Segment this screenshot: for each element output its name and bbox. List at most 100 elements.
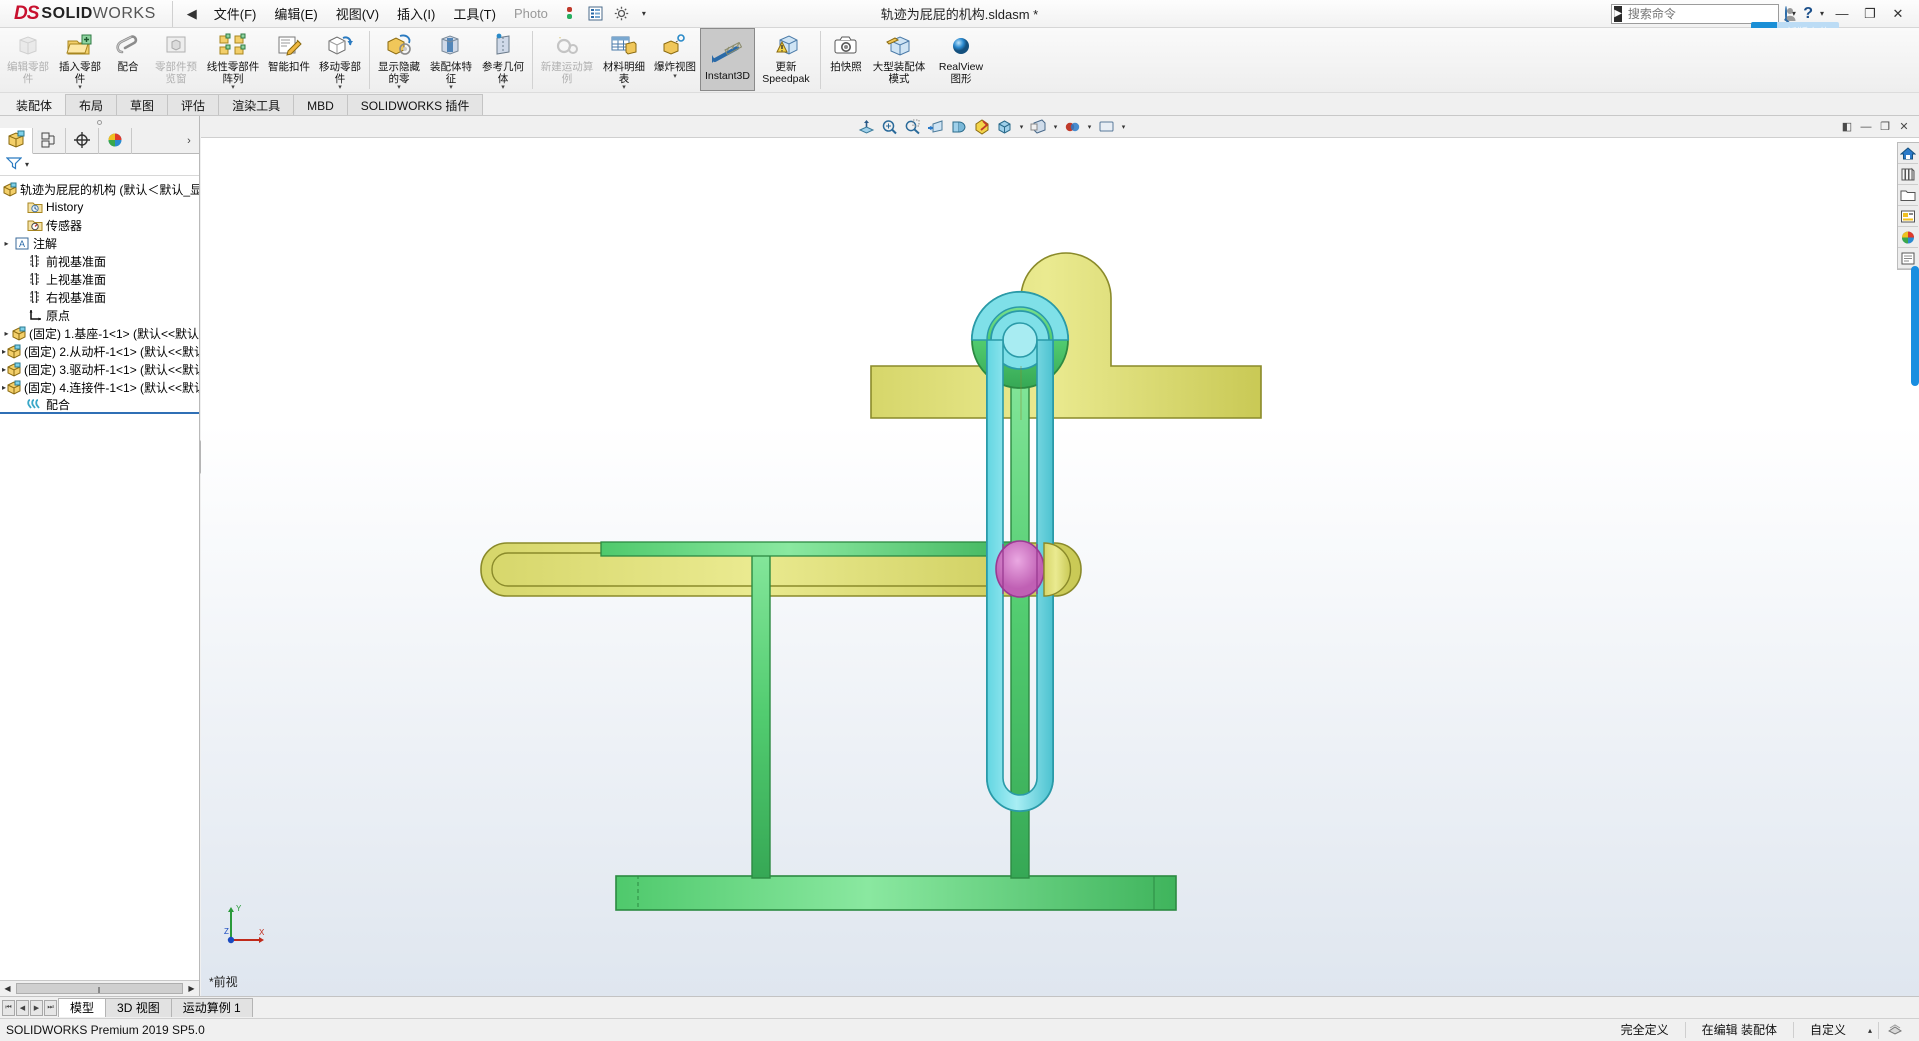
chevron-down-icon[interactable]: ▾ bbox=[231, 84, 235, 91]
maximize-window-icon[interactable]: ❐ bbox=[1876, 118, 1894, 136]
edit-appearance-icon[interactable] bbox=[1028, 117, 1049, 137]
cmd-reference-geometry[interactable]: 参考几何体 ▾ bbox=[477, 28, 529, 91]
last-tab-button[interactable]: ⏭ bbox=[44, 999, 57, 1016]
tree-item-mates[interactable]: 配合 bbox=[0, 396, 199, 414]
gear-icon[interactable] bbox=[613, 5, 630, 22]
menu-collapse-icon[interactable]: ◀ bbox=[179, 6, 205, 22]
design-library-icon[interactable] bbox=[1898, 164, 1918, 185]
hide-show-items-icon[interactable] bbox=[994, 117, 1015, 137]
display-style-icon[interactable] bbox=[971, 117, 992, 137]
chevron-down-icon[interactable]: ▾ bbox=[449, 84, 453, 91]
restore-window-icon[interactable]: ◧ bbox=[1838, 118, 1856, 136]
solidworks-resources-icon[interactable] bbox=[1898, 143, 1918, 164]
zoom-to-fit-icon[interactable] bbox=[856, 117, 877, 137]
tab-solidworks-addins[interactable]: SOLIDWORKS 插件 bbox=[346, 94, 484, 115]
tab-sketch[interactable]: 草图 bbox=[116, 94, 169, 115]
graphics-vertical-scrollbar[interactable] bbox=[1911, 266, 1919, 386]
tree-item-part-base[interactable]: ▸ (固定) 1.基座-1<1> (默认<<默认 bbox=[0, 324, 199, 342]
panel-drag-handle[interactable] bbox=[0, 116, 199, 128]
cmd-assembly-feature[interactable]: 装配体特征 ▾ bbox=[425, 28, 477, 91]
tree-item-history[interactable]: History bbox=[0, 198, 199, 216]
help-icon[interactable]: ? bbox=[1801, 5, 1815, 23]
scroll-thumb[interactable]: ‖ bbox=[16, 983, 183, 995]
minimize-button[interactable]: — bbox=[1829, 4, 1855, 24]
cmd-update-speedpak[interactable]: 更新 Speedpak bbox=[755, 28, 817, 91]
next-tab-button[interactable]: ▶ bbox=[30, 999, 43, 1016]
cmd-smart-fastener[interactable]: 智能扣件 bbox=[264, 28, 314, 91]
cmd-snapshot[interactable]: 拍快照 bbox=[824, 28, 868, 91]
menu-view[interactable]: 视图(V) bbox=[327, 0, 388, 27]
menu-insert[interactable]: 插入(I) bbox=[388, 0, 444, 27]
status-custom-units[interactable]: 自定义 bbox=[1792, 1022, 1862, 1038]
tree-item-part-connector[interactable]: ▸ (固定) 4.连接件-1<1> (默认<<默认 bbox=[0, 378, 199, 396]
property-manager-tab[interactable] bbox=[33, 128, 66, 154]
chevron-down-icon[interactable]: ▾ bbox=[78, 84, 82, 91]
status-units-chevron-up-icon[interactable]: ▴ bbox=[1862, 1026, 1878, 1035]
menu-photo[interactable]: Photo bbox=[505, 2, 557, 25]
chevron-down-icon[interactable]: ▾ bbox=[673, 73, 677, 80]
cmd-large-assembly-mode[interactable]: 大型装配体模式 bbox=[868, 28, 930, 91]
chevron-down-icon[interactable]: ▾ bbox=[338, 84, 342, 91]
tree-filter-bar[interactable]: ▾ bbox=[0, 154, 199, 176]
tree-item-origin[interactable]: 原点 bbox=[0, 306, 199, 324]
cmd-instant3d[interactable]: Instant3D bbox=[700, 28, 755, 91]
tree-item-top-plane[interactable]: 上视基准面 bbox=[0, 270, 199, 288]
file-explorer-icon[interactable] bbox=[1898, 185, 1918, 206]
tab-render-tools[interactable]: 渲染工具 bbox=[218, 94, 295, 115]
section-view-icon[interactable] bbox=[925, 117, 946, 137]
view-settings-icon[interactable] bbox=[1096, 117, 1117, 137]
cmd-show-hidden-components[interactable]: 显示隐藏的零 ▾ bbox=[373, 28, 425, 91]
cmd-new-motion-study[interactable]: 新建运动算例 bbox=[536, 28, 598, 91]
panel-expand-icon[interactable]: › bbox=[179, 128, 199, 153]
cmd-bill-of-materials[interactable]: 材料明细表 ▾ bbox=[598, 28, 650, 91]
tree-item-sensors[interactable]: 传感器 bbox=[0, 216, 199, 234]
tree-item-part-driving-rod[interactable]: ▸ (固定) 3.驱动杆-1<1> (默认<<默认 bbox=[0, 360, 199, 378]
filter-chevron-down-icon[interactable]: ▾ bbox=[22, 160, 32, 169]
doc-tab-model[interactable]: 模型 bbox=[58, 998, 107, 1017]
cmd-insert-component[interactable]: 插入零部件 ▾ bbox=[54, 28, 106, 91]
tree-item-part-driven-rod[interactable]: ▸ (固定) 2.从动杆-1<1> (默认<<默认 bbox=[0, 342, 199, 360]
chevron-down-icon[interactable]: ▾ bbox=[1119, 123, 1128, 131]
chevron-down-icon[interactable]: ▾ bbox=[622, 84, 626, 91]
close-button[interactable]: ✕ bbox=[1885, 4, 1911, 24]
configuration-manager-tab[interactable] bbox=[66, 128, 99, 154]
feature-manager-tab[interactable] bbox=[0, 128, 33, 154]
chevron-down-icon[interactable]: ▾ bbox=[397, 84, 401, 91]
tab-mbd[interactable]: MBD bbox=[293, 94, 348, 115]
tree-expander[interactable]: ▸ bbox=[0, 239, 13, 248]
cmd-edit-component[interactable]: 编辑零部件 bbox=[2, 28, 54, 91]
chevron-down-icon[interactable]: ▾ bbox=[501, 84, 505, 91]
cmd-move-component[interactable]: 移动零部件 ▾ bbox=[314, 28, 366, 91]
help-chevron-down-icon[interactable]: ▾ bbox=[1817, 9, 1827, 18]
doc-tab-motion-study[interactable]: 运动算例 1 bbox=[170, 998, 253, 1017]
cmd-linear-component-pattern[interactable]: 线性零部件阵列 ▾ bbox=[202, 28, 264, 91]
tab-assembly[interactable]: 装配体 bbox=[2, 94, 67, 115]
search-input[interactable] bbox=[1625, 5, 1785, 22]
minimize-window-icon[interactable]: — bbox=[1857, 118, 1875, 136]
menu-tools[interactable]: 工具(T) bbox=[444, 0, 505, 27]
cmd-realview-graphics[interactable]: RealView 图形 bbox=[930, 28, 992, 91]
tab-evaluate[interactable]: 评估 bbox=[167, 94, 220, 115]
prev-tab-button[interactable]: ◀ bbox=[16, 999, 29, 1016]
chevron-down-icon[interactable]: ▾ bbox=[1017, 123, 1026, 131]
close-window-icon[interactable]: ✕ bbox=[1895, 118, 1913, 136]
previous-view-icon[interactable] bbox=[902, 117, 923, 137]
first-tab-button[interactable]: ⏮ bbox=[2, 999, 15, 1016]
tree-expander[interactable]: ▸ bbox=[2, 329, 11, 338]
cmd-component-preview[interactable]: 零部件预览窗 bbox=[150, 28, 202, 91]
scroll-right-arrow-icon[interactable]: ▶ bbox=[184, 984, 199, 993]
overlay-icon[interactable] bbox=[1878, 1021, 1911, 1039]
filter-icon[interactable] bbox=[5, 156, 23, 173]
search-icon[interactable] bbox=[1784, 6, 1787, 21]
apply-scene-icon[interactable] bbox=[1062, 117, 1083, 137]
doc-tab-3d-views[interactable]: 3D 视图 bbox=[105, 998, 172, 1017]
rebuild-icon[interactable] bbox=[561, 5, 578, 22]
search-command-box[interactable]: ▾ bbox=[1611, 3, 1796, 24]
view-palette-icon[interactable] bbox=[1898, 206, 1918, 227]
tree-item-right-plane[interactable]: 右视基准面 bbox=[0, 288, 199, 306]
appearances-scenes-icon[interactable] bbox=[1898, 227, 1918, 248]
cmd-mate[interactable]: 配合 bbox=[106, 28, 150, 91]
maximize-button[interactable]: ❐ bbox=[1857, 4, 1883, 24]
chevron-down-icon[interactable]: ▾ bbox=[1051, 123, 1060, 131]
menu-edit[interactable]: 编辑(E) bbox=[265, 0, 326, 27]
